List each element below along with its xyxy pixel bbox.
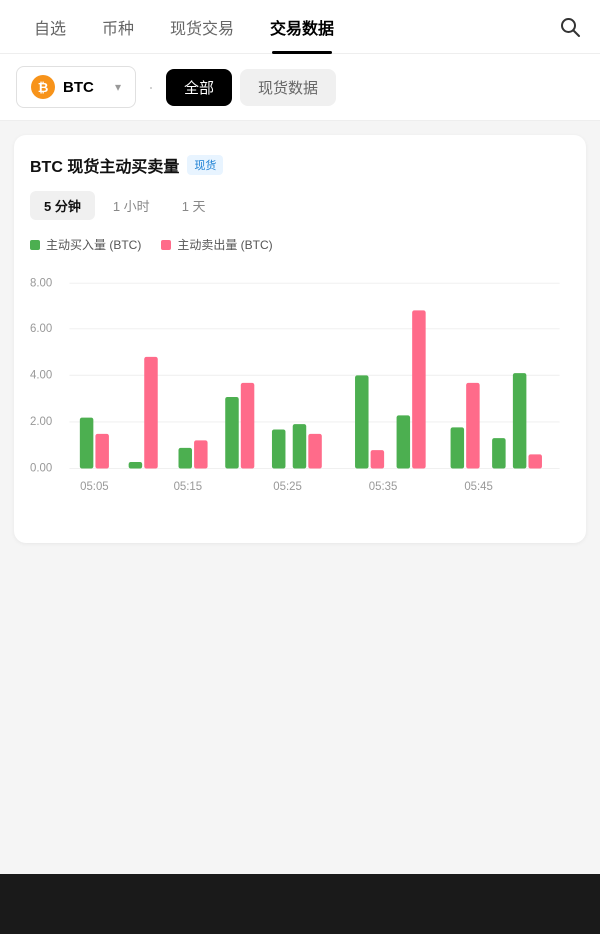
chart-svg: 8.00 6.00 4.00 2.00 0.00 [30,267,570,527]
svg-text:05:25: 05:25 [273,480,302,493]
top-navigation: 自选 币种 现货交易 交易数据 [0,0,600,54]
coin-selector[interactable]: ₿ BTC ▾ [16,66,136,108]
divider: · [148,77,154,98]
svg-text:6.00: 6.00 [30,322,53,335]
time-tab-1h[interactable]: 1 小时 [99,191,164,220]
chart-card: BTC 现货主动买卖量 现货 5 分钟 1 小时 1 天 主动买入量 (BTC)… [14,135,586,543]
svg-text:4.00: 4.00 [30,368,53,381]
search-icon[interactable] [556,13,584,41]
svg-text:05:35: 05:35 [369,480,398,493]
chart-legend: 主动买入量 (BTC) 主动卖出量 (BTC) [30,236,570,253]
legend-sell: 主动卖出量 (BTC) [161,236,272,253]
data-tab-group: 全部 现货数据 [166,69,336,106]
nav-item-trade-data[interactable]: 交易数据 [252,0,352,54]
nav-item-spot-trade[interactable]: 现货交易 [152,0,252,54]
svg-text:05:05: 05:05 [80,480,109,493]
time-tab-5min[interactable]: 5 分钟 [30,191,95,220]
chart-area: 8.00 6.00 4.00 2.00 0.00 [30,267,570,527]
chevron-down-icon: ▾ [115,80,121,94]
time-tab-1d[interactable]: 1 天 [168,191,220,220]
legend-sell-dot [161,240,171,250]
time-tabs: 5 分钟 1 小时 1 天 [30,191,570,220]
svg-text:0.00: 0.00 [30,462,53,475]
nav-items: 自选 币种 现货交易 交易数据 [16,0,556,54]
coin-label: BTC [63,79,94,96]
legend-buy-dot [30,240,40,250]
svg-text:2.00: 2.00 [30,415,53,428]
legend-buy: 主动买入量 (BTC) [30,236,141,253]
bottom-bar [0,874,600,934]
nav-item-watchlist[interactable]: 自选 [16,0,84,54]
svg-text:05:45: 05:45 [464,480,493,493]
svg-text:8.00: 8.00 [30,276,53,289]
spot-badge: 现货 [187,155,223,175]
nav-item-coins[interactable]: 币种 [84,0,152,54]
card-title: BTC 现货主动买卖量 [30,153,179,177]
filter-row: ₿ BTC ▾ · 全部 现货数据 [0,54,600,121]
card-title-row: BTC 现货主动买卖量 现货 [30,153,570,177]
btc-icon: ₿ [31,75,55,99]
tab-spot[interactable]: 现货数据 [240,69,336,106]
tab-all[interactable]: 全部 [166,69,232,106]
svg-text:05:15: 05:15 [174,480,203,493]
